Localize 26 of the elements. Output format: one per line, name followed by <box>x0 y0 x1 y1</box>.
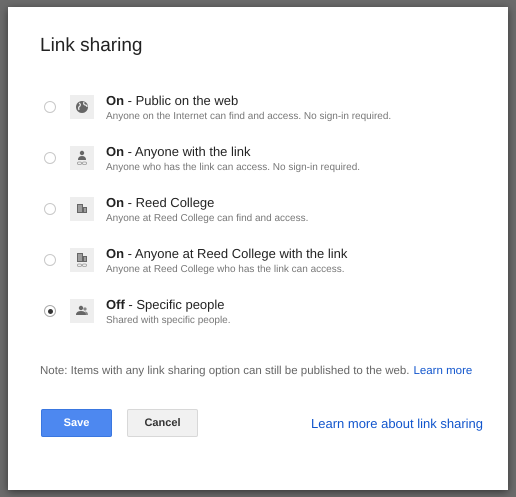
radio-button[interactable] <box>44 152 56 164</box>
note-text: Note: Items with any link sharing option can still be published to the web. <box>40 365 410 377</box>
dialog-title: Link sharing <box>40 35 144 57</box>
building-link-icon <box>70 248 94 272</box>
option-description: Anyone who has the link can access. No sign-in required. <box>106 162 360 172</box>
radio-button[interactable] <box>44 101 56 113</box>
save-button[interactable]: Save <box>41 409 112 437</box>
option-label: Off - Specific people <box>106 296 226 312</box>
option-label: On - Public on the web <box>106 92 240 108</box>
radio-button[interactable] <box>44 203 56 215</box>
building-icon <box>70 197 94 221</box>
radio-button[interactable] <box>44 305 56 317</box>
radio-button[interactable] <box>44 254 56 266</box>
option-description: Anyone at Reed College who has the link can access. <box>106 264 346 274</box>
people-icon <box>70 299 94 323</box>
person-link-icon <box>70 146 94 170</box>
option-description: Anyone on the Internet can find and access. No sign-in required. <box>106 110 392 122</box>
option-description: Anyone at Reed College can find and access. <box>106 212 308 224</box>
help-link[interactable]: Learn more about link sharing <box>311 416 483 430</box>
globe-icon <box>70 95 94 119</box>
option-label: On - Anyone at Reed College with the link <box>106 246 348 260</box>
option-description: Shared with specific people. <box>106 314 231 326</box>
cancel-button[interactable]: Cancel <box>127 409 198 437</box>
learn-more-link[interactable]: Learn more <box>413 365 472 377</box>
option-label: On - Anyone with the link <box>106 144 252 158</box>
option-label: On - Reed College <box>106 194 216 210</box>
